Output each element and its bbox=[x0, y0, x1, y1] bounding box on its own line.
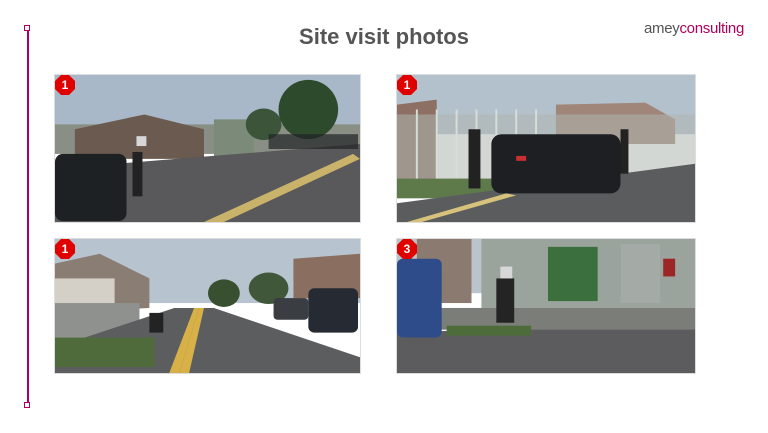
site-photo-2[interactable]: 1 bbox=[396, 74, 696, 223]
photo-number-badge: 1 bbox=[55, 75, 75, 95]
site-photo-4[interactable]: 3 bbox=[396, 238, 696, 374]
photo-image bbox=[397, 75, 695, 222]
photo-number-badge: 1 bbox=[397, 75, 417, 95]
photo-number-badge: 1 bbox=[55, 239, 75, 259]
logo-text-consulting: consulting bbox=[679, 20, 744, 37]
logo-text-amey: amey bbox=[643, 20, 680, 37]
rule-endpoint-bottom bbox=[24, 402, 30, 408]
photo-number-badge: 3 bbox=[397, 239, 417, 259]
photo-image bbox=[55, 75, 360, 222]
slide: Site visit photos ameyconsulting 1 1 1 3 bbox=[0, 0, 768, 433]
photo-image bbox=[55, 239, 360, 373]
company-logo: ameyconsulting bbox=[644, 20, 744, 37]
vertical-rule bbox=[27, 28, 29, 406]
site-photo-1[interactable]: 1 bbox=[54, 74, 361, 223]
site-photo-3[interactable]: 1 bbox=[54, 238, 361, 374]
photo-image bbox=[397, 239, 695, 373]
